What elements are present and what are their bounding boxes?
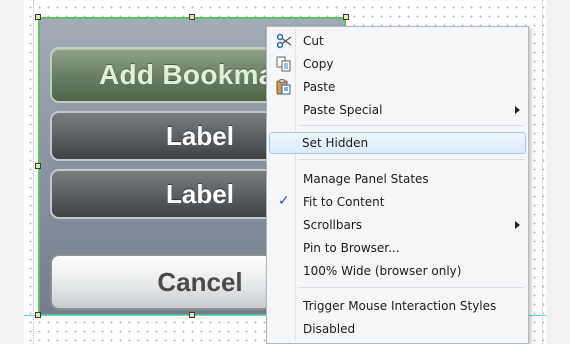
resize-handle-bottom-center[interactable] — [189, 312, 195, 318]
menu-item-scrollbars[interactable]: Scrollbars — [269, 214, 526, 236]
menu-item-label: Manage Panel States — [303, 172, 429, 186]
submenu-arrow-icon — [515, 106, 520, 114]
menu-item-100-wide[interactable]: 100% Wide (browser only) — [269, 260, 526, 282]
menu-item-paste[interactable]: Paste — [269, 76, 526, 98]
menu-item-label: Fit to Content — [303, 195, 385, 209]
menu-item-label: Pin to Browser... — [303, 241, 400, 255]
resize-handle-top-right[interactable] — [343, 14, 349, 20]
resize-handle-middle-left[interactable] — [35, 163, 41, 169]
menu-separator — [299, 125, 524, 126]
context-menu: Cut Copy Paste Paste Special Set Hidden … — [266, 26, 529, 344]
menu-item-label: Scrollbars — [303, 218, 363, 232]
checkmark-icon: ✓ — [278, 193, 290, 209]
resize-handle-top-center[interactable] — [189, 14, 195, 20]
menu-item-pin-to-browser[interactable]: Pin to Browser... — [269, 237, 526, 259]
menu-separator — [299, 287, 524, 288]
resize-handle-bottom-left[interactable] — [35, 312, 41, 318]
menu-item-label: Trigger Mouse Interaction Styles — [303, 299, 497, 313]
menu-item-copy[interactable]: Copy — [269, 53, 526, 75]
copy-icon — [275, 56, 293, 72]
menu-item-manage-panel-states[interactable]: Manage Panel States — [269, 168, 526, 190]
menu-item-fit-to-content[interactable]: ✓ Fit to Content — [269, 191, 526, 213]
menu-item-set-hidden[interactable]: Set Hidden — [269, 132, 526, 154]
menu-item-label: Disabled — [303, 322, 356, 336]
menu-item-label: Copy — [303, 57, 334, 71]
scissors-icon — [275, 33, 293, 49]
menu-separator — [299, 159, 524, 160]
menu-item-cut[interactable]: Cut — [269, 30, 526, 52]
menu-item-label: Set Hidden — [302, 136, 369, 150]
menu-item-paste-special[interactable]: Paste Special — [269, 99, 526, 121]
menu-item-label: Paste — [303, 80, 336, 94]
menu-item-disabled[interactable]: Disabled — [269, 318, 526, 340]
menu-item-label: Cut — [303, 34, 324, 48]
submenu-arrow-icon — [515, 221, 520, 229]
paste-icon — [275, 79, 293, 95]
guide-line-vertical-left — [33, 0, 35, 344]
menu-item-trigger-mouse-interaction-styles[interactable]: Trigger Mouse Interaction Styles — [269, 295, 526, 317]
guide-line-vertical-right — [542, 0, 544, 344]
menu-item-label: 100% Wide (browser only) — [303, 264, 462, 278]
menu-item-label: Paste Special — [303, 103, 383, 117]
resize-handle-top-left[interactable] — [35, 14, 41, 20]
